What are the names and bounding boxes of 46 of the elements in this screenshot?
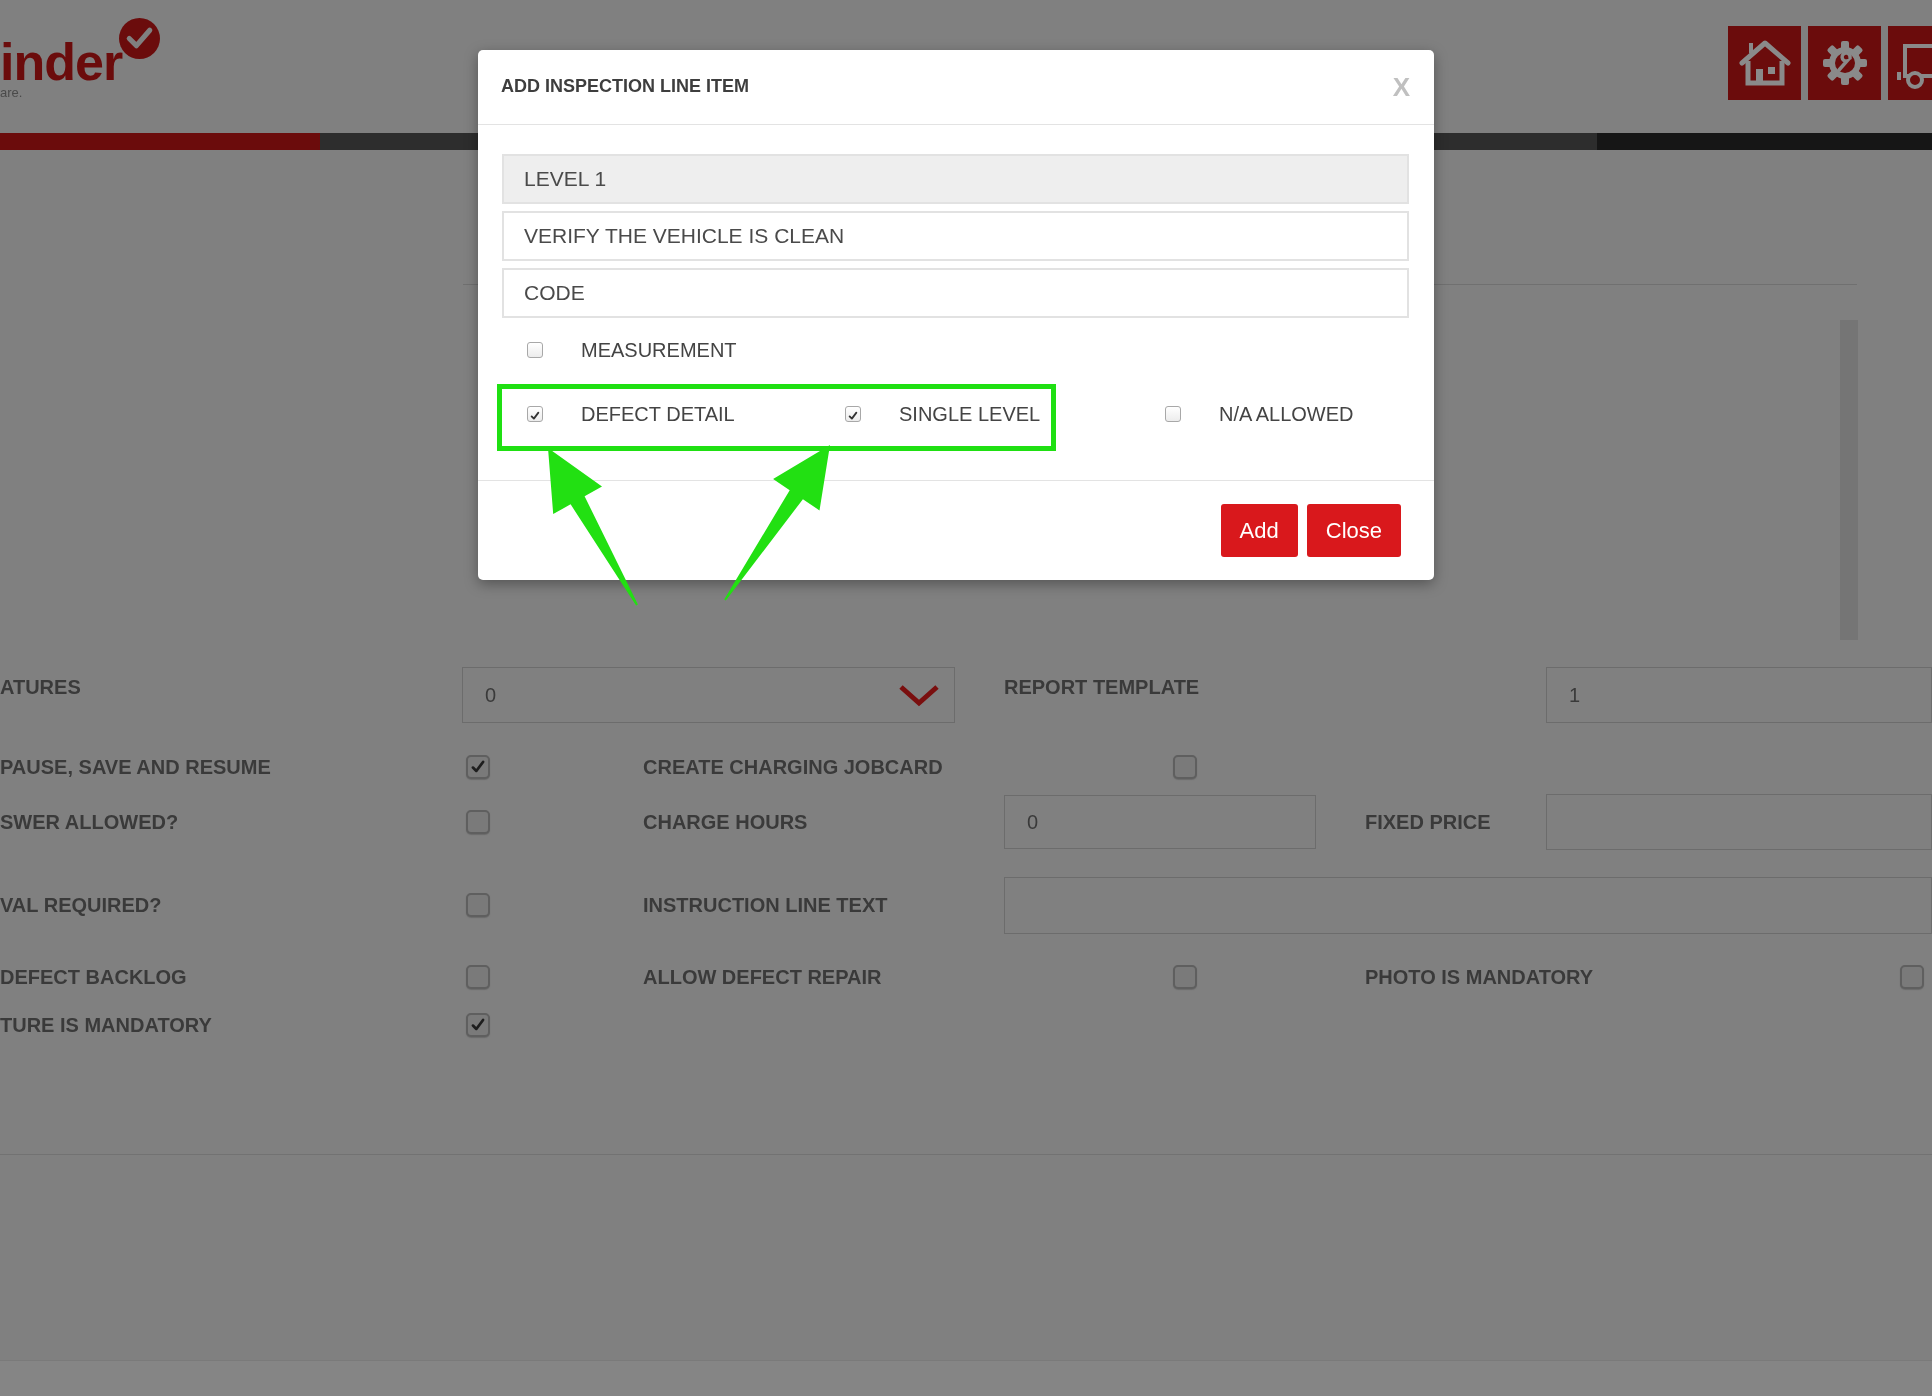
checkbox[interactable] [845,406,861,422]
logo-wordmark: inder [0,40,123,84]
select-dropdown[interactable]: 0 [462,667,955,723]
field-label: VAL REQUIRED? [0,893,162,917]
select-value: 0 [485,683,497,707]
field-label: PHOTO IS MANDATORY [1365,965,1594,989]
field-label: FIXED PRICE [1365,810,1491,834]
chevron-down-icon [898,683,940,707]
field-label: ATURES [0,676,81,699]
checkbox-label: MEASUREMENT [581,338,737,362]
field-label: INSTRUCTION LINE TEXT [643,893,888,917]
action-button[interactable]: Add [1220,504,1298,557]
text-field[interactable]: VERIFY THE VEHICLE IS CLEAN [502,211,1409,261]
checkbox-label: DEFECT DETAIL [581,402,735,426]
checkbox[interactable] [466,965,490,989]
field-label: DEFECT BACKLOG [0,965,187,989]
field-label: REPORT TEMPLATE [1004,676,1200,699]
checkbox[interactable] [466,810,490,834]
checkmark-icon [847,410,859,422]
field-label: CHARGE HOURS [643,810,808,834]
checkbox[interactable] [466,1013,490,1037]
checkbox[interactable] [527,342,543,358]
checkbox-label: N/A ALLOWED [1219,402,1354,426]
checkbox-label: SINGLE LEVEL [899,402,1041,426]
dialog-title: ADD INSPECTION LINE ITEM [501,75,749,97]
checkbox[interactable] [1165,406,1181,422]
action-button[interactable]: Close [1306,504,1401,557]
field-label: CREATE CHARGING JOBCARD [643,755,943,779]
home-button[interactable] [1728,26,1801,100]
gear-wrench-icon [1821,40,1868,86]
checkmark-icon [529,410,541,422]
checkbox[interactable] [466,755,490,779]
checkbox[interactable] [1172,755,1197,779]
settings-button[interactable] [1808,26,1881,100]
checkbox[interactable] [466,893,490,917]
text-field[interactable]: 1 [1546,667,1932,723]
field-label: SWER ALLOWED? [0,810,179,834]
field-label: PAUSE, SAVE AND RESUME [0,755,271,779]
checkbox[interactable] [527,406,543,422]
home-icon [1737,39,1792,87]
field-label: ALLOW DEFECT REPAIR [643,965,882,989]
field-label: TURE IS MANDATORY [0,1013,212,1037]
text-field[interactable]: LEVEL 1 [502,154,1409,204]
text-field[interactable]: 0 [1004,795,1316,849]
checkbox[interactable] [1900,965,1924,989]
checkbox[interactable] [1172,965,1197,989]
